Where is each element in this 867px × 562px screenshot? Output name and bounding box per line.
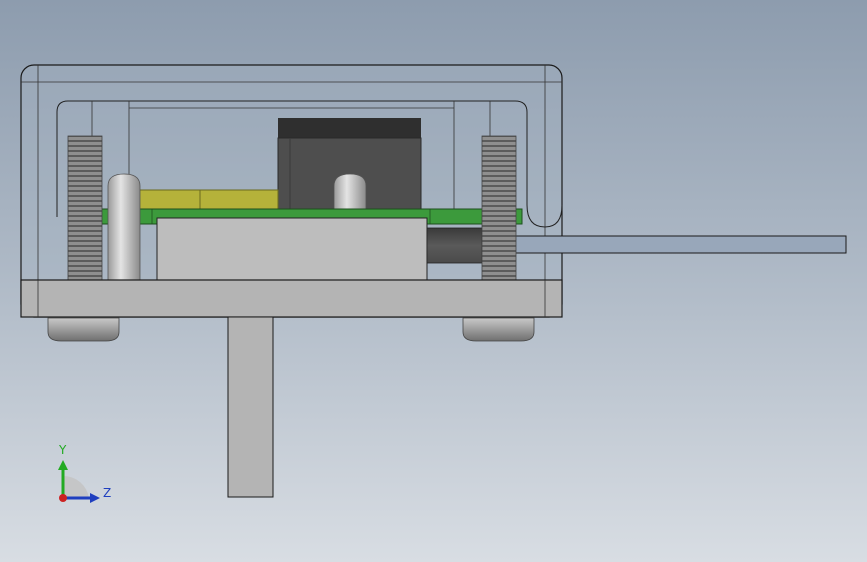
- triad-icon: [58, 460, 100, 503]
- orientation-triad[interactable]: Y Z: [46, 440, 126, 510]
- screw-left[interactable]: [67, 135, 103, 281]
- cable[interactable]: [507, 235, 847, 254]
- 3d-viewport[interactable]: Y Z: [0, 0, 867, 562]
- lower-block[interactable]: [156, 217, 428, 281]
- post-left[interactable]: [107, 173, 141, 281]
- foot-left[interactable]: [47, 317, 120, 342]
- base-plate[interactable]: [20, 279, 563, 318]
- foot-right[interactable]: [462, 317, 535, 342]
- post-right[interactable]: [333, 173, 367, 210]
- screw-right[interactable]: [481, 135, 517, 281]
- component-dark-top: [278, 118, 421, 138]
- mounting-stem[interactable]: [227, 316, 274, 498]
- cad-model-view[interactable]: [0, 0, 867, 562]
- z-axis-label: Z: [103, 486, 112, 500]
- yellow-component[interactable]: [137, 189, 279, 210]
- y-axis-label: Y: [59, 443, 67, 457]
- cable-connector[interactable]: [426, 227, 483, 264]
